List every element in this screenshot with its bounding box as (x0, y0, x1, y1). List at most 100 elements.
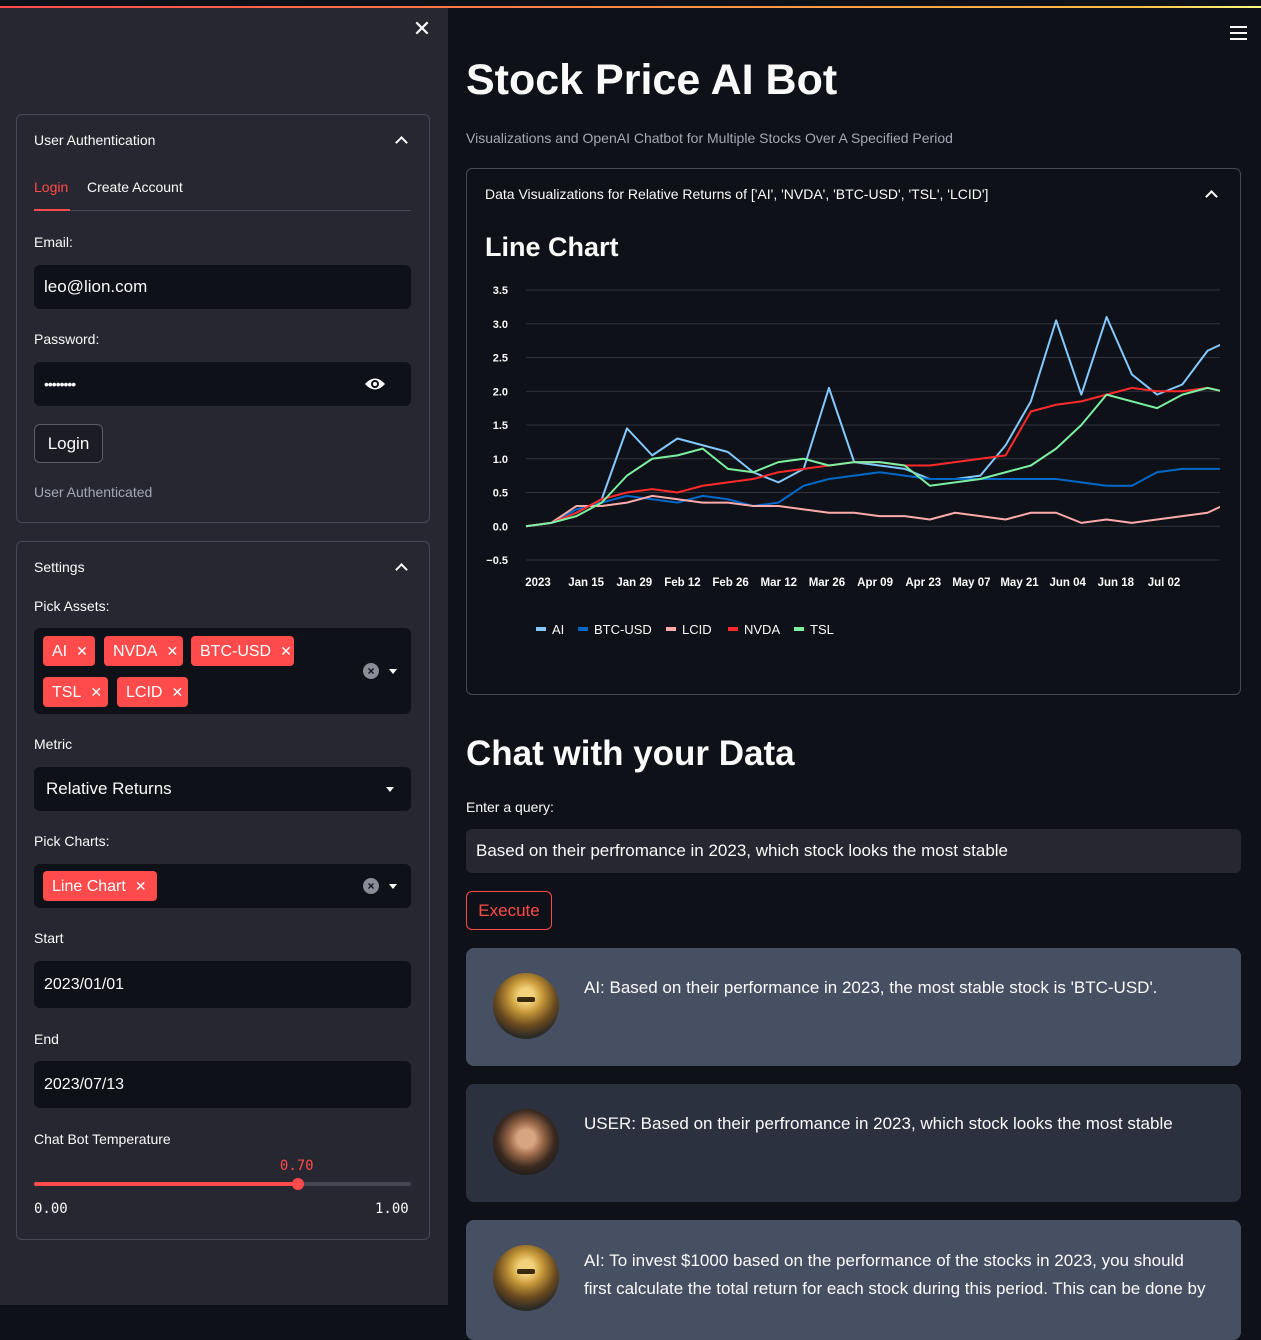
chevron-down-icon[interactable] (389, 884, 397, 889)
remove-tag-icon[interactable]: ✕ (90, 684, 102, 700)
email-label: Email: (34, 234, 73, 250)
x-tick-label: May 07 (952, 577, 990, 589)
password-label: Password: (34, 331, 100, 347)
query-value: Based on their perfromance in 2023, whic… (476, 841, 1009, 860)
assets-label: Pick Assets: (34, 598, 110, 614)
top-decoration (0, 0, 1261, 8)
query-input[interactable]: Based on their perfromance in 2023, whic… (466, 829, 1241, 873)
y-tick-label: 1.5 (493, 420, 508, 432)
remove-tag-icon[interactable]: ✕ (280, 643, 292, 659)
x-tick-label: 2023 (525, 577, 551, 589)
slider-thumb[interactable] (291, 1178, 304, 1190)
x-tick-label: Mar 12 (761, 577, 797, 589)
asset-tag-nvda: NVDA ✕ (104, 636, 183, 666)
metric-label: Metric (34, 736, 73, 752)
y-tick-label: 3.0 (493, 319, 508, 331)
y-tick-label: −0.5 (486, 555, 508, 567)
x-tick-label: Jun 04 (1049, 577, 1086, 589)
end-label: End (34, 1031, 59, 1047)
menu-icon[interactable] (1230, 26, 1247, 40)
avatar (493, 1245, 559, 1311)
x-tick-label: Feb 26 (712, 577, 748, 589)
login-button[interactable]: Login (34, 424, 103, 463)
page-title: Stock Price AI Bot (466, 56, 838, 104)
y-tick-label: 3.5 (493, 285, 508, 297)
page-subtitle: Visualizations and OpenAI Chatbot for Mu… (466, 130, 953, 146)
close-icon[interactable]: ✕ (411, 18, 433, 40)
y-tick-label: 2.0 (493, 386, 508, 398)
series-line-nvda (525, 386, 1220, 528)
chart-heading: Line Chart (485, 232, 619, 262)
clear-all-icon[interactable]: × (363, 663, 379, 679)
start-label: Start (34, 930, 64, 946)
series-line-btc-usd (525, 467, 1220, 528)
password-field[interactable]: •••••••• (34, 362, 411, 406)
chat-message-ai: AI: To invest $1000 based on the perform… (466, 1220, 1241, 1340)
tab-login[interactable]: Login (34, 179, 68, 195)
chevron-down-icon[interactable] (386, 787, 394, 792)
chevron-up-icon[interactable] (394, 560, 408, 574)
y-tick-label: 0.0 (493, 521, 508, 533)
remove-tag-icon[interactable]: ✕ (166, 643, 178, 659)
chart-tag-label: Line Chart (52, 878, 126, 895)
x-tick-label: Apr 09 (857, 577, 893, 589)
chart-expander-title[interactable]: Data Visualizations for Relative Returns… (485, 186, 988, 202)
end-date-value: 2023/07/13 (44, 1075, 125, 1093)
auth-expander-title[interactable]: User Authentication (34, 132, 155, 148)
remove-tag-icon[interactable]: ✕ (135, 878, 147, 894)
charts-label: Pick Charts: (34, 833, 110, 849)
slider-min: 0.00 (34, 1201, 68, 1217)
legend-label: NVDA (744, 622, 780, 637)
chat-message-ai: AI: Based on their performance in 2023, … (466, 948, 1241, 1066)
legend-swatch (536, 627, 546, 631)
start-date-value: 2023/01/01 (44, 975, 125, 993)
series-line-lcid (525, 494, 1220, 528)
assets-multiselect[interactable]: AI ✕ NVDA ✕ BTC-USD ✕ TSL ✕ LCID ✕ × (34, 628, 411, 714)
asset-tag-label: BTC-USD (200, 643, 272, 660)
x-tick-label: May 21 (1000, 577, 1039, 589)
email-value: leo@lion.com (44, 277, 148, 296)
line-chart: 3.5 3.0 2.5 2.0 1.5 1.0 0.5 0.0 −0.5 2023 Jan 15 Ja… (486, 285, 1220, 637)
metric-select[interactable]: Relative Returns (34, 767, 411, 811)
asset-tag-label: TSL (52, 684, 82, 701)
chevron-down-icon[interactable] (389, 669, 397, 674)
chart-tag-line-chart: Line Chart ✕ (43, 871, 157, 901)
message-text: USER: Based on their perfromance in 2023… (584, 1114, 1173, 1133)
email-field[interactable]: leo@lion.com (34, 265, 411, 309)
asset-tag-tsl: TSL ✕ (43, 677, 108, 707)
tab-create-account[interactable]: Create Account (87, 179, 183, 195)
message-text: AI: Based on their performance in 2023, … (584, 978, 1158, 997)
remove-tag-icon[interactable]: ✕ (171, 684, 183, 700)
temperature-slider[interactable] (34, 1178, 411, 1190)
series-line-tsl (525, 386, 1220, 528)
tab-active-indicator (34, 209, 70, 211)
y-tick-label: 0.5 (493, 488, 508, 500)
clear-all-icon[interactable]: × (363, 878, 379, 894)
legend-swatch (794, 627, 804, 631)
tab-underline (34, 210, 411, 211)
chevron-up-icon[interactable] (394, 133, 408, 147)
charts-multiselect[interactable]: Line Chart ✕ × (34, 864, 411, 908)
asset-tag-ai: AI ✕ (43, 636, 95, 666)
remove-tag-icon[interactable]: ✕ (76, 643, 88, 659)
asset-tag-btc-usd: BTC-USD ✕ (191, 636, 294, 666)
chevron-up-icon[interactable] (1204, 187, 1218, 201)
chat-message-user: USER: Based on their perfromance in 2023… (466, 1084, 1241, 1202)
end-date-input[interactable]: 2023/07/13 (34, 1061, 411, 1108)
password-value: •••••••• (44, 376, 76, 392)
x-tick-label: Jun 18 (1098, 577, 1135, 589)
x-tick-label: Jan 29 (616, 577, 652, 589)
start-date-input[interactable]: 2023/01/01 (34, 961, 411, 1008)
y-tick-label: 1.0 (493, 454, 508, 466)
eye-icon[interactable] (364, 376, 386, 392)
execute-button[interactable]: Execute (466, 891, 552, 930)
settings-expander-title[interactable]: Settings (34, 559, 85, 575)
avatar (493, 1109, 559, 1175)
chat-heading: Chat with your Data (466, 734, 795, 773)
x-tick-label: Apr 23 (905, 577, 941, 589)
query-label: Enter a query: (466, 799, 554, 815)
legend-label: BTC-USD (594, 622, 652, 637)
x-tick-label: Feb 12 (664, 577, 700, 589)
x-tick-label: Mar 26 (809, 577, 845, 589)
legend-label: LCID (682, 622, 712, 637)
